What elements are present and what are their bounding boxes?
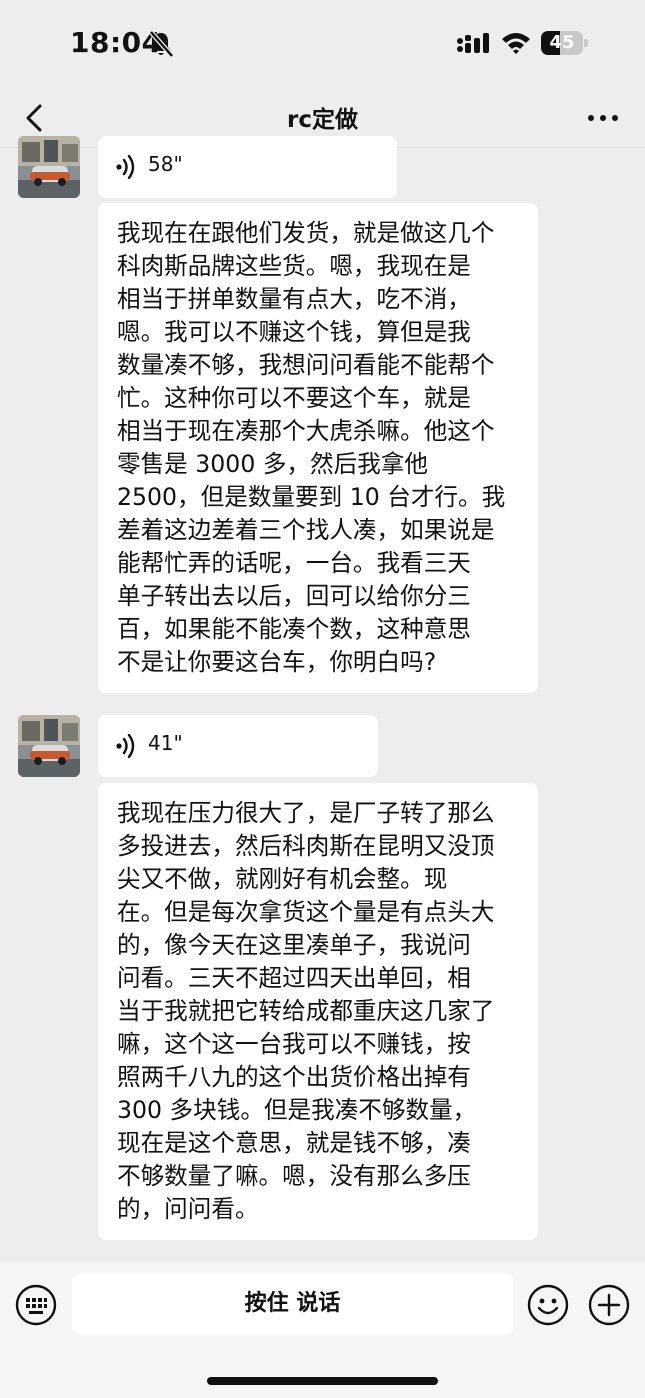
ellipsis-icon[interactable] (584, 104, 622, 132)
voice-wave-icon (116, 155, 135, 179)
bell-slash-icon (149, 30, 174, 58)
wifi-icon (502, 33, 530, 54)
message-text[interactable]: 我现在在跟他们发货，就是做这几个 科肉斯品牌这些货。嗯，我现在是 相当于拼单数量… (98, 203, 538, 693)
home-indicator (207, 1377, 438, 1385)
voice-wave-icon (116, 734, 135, 758)
plus-icon[interactable] (588, 1284, 630, 1326)
car-photo-avatar (18, 715, 80, 777)
battery-cap (584, 39, 588, 47)
voice-message[interactable]: 41" (98, 715, 378, 777)
chat-screen: 18:04 45 rc定做 58" 我现在在跟他们发货，就是做这几个 科肉斯品牌… (0, 0, 645, 1398)
battery-icon: 45 (541, 31, 589, 55)
battery-body: 45 (541, 31, 583, 55)
chat-title: rc定做 (287, 107, 358, 133)
hold-to-talk-button[interactable]: 按住 说话 (72, 1274, 513, 1334)
status-bar: 18:04 45 (0, 0, 645, 90)
signal-icon (457, 33, 489, 53)
avatar[interactable] (18, 715, 80, 777)
battery-level: 45 (549, 32, 575, 53)
voice-duration: 58" (148, 152, 183, 176)
emoji-icon[interactable] (527, 1284, 569, 1326)
car-photo-avatar (18, 136, 80, 198)
voice-message[interactable]: 58" (98, 136, 397, 198)
message-text[interactable]: 我现在压力很大了，是厂子转了那么 多投进去，然后科肉斯在昆明又没顶 尖又不做，就… (98, 783, 538, 1240)
avatar[interactable] (18, 136, 80, 198)
voice-duration: 41" (148, 731, 183, 755)
keyboard-icon[interactable] (15, 1284, 57, 1326)
